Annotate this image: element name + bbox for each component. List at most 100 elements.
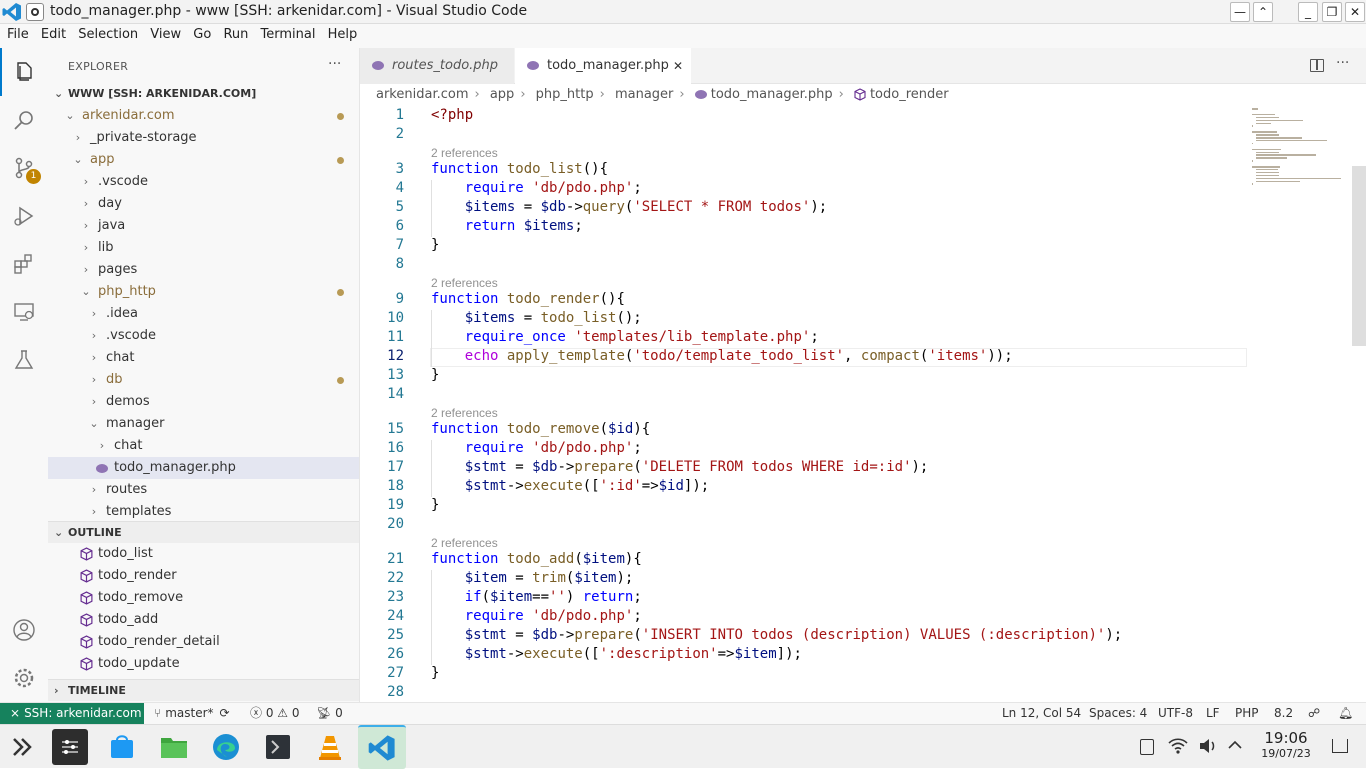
tree-item[interactable]: › .vscode [48, 171, 359, 193]
menu-edit[interactable]: Edit [37, 24, 70, 42]
chevron-down-icon[interactable]: ⌄ [64, 105, 76, 127]
settings-gear-icon[interactable] [8, 662, 40, 694]
breadcrumb-item[interactable]: php_http [536, 87, 594, 102]
code-line[interactable]: $stmt = $db->prepare('DELETE FROM todos … [431, 459, 929, 475]
discover-store-icon[interactable] [104, 729, 140, 765]
app-menu-icon[interactable] [26, 3, 44, 21]
code-line[interactable]: } [431, 367, 439, 383]
chevron-down-icon[interactable]: ⌄ [80, 281, 92, 303]
remote-indicator[interactable]: ⨯ SSH: arkenidar.com [0, 703, 144, 725]
code-line[interactable]: } [431, 497, 439, 513]
explorer-icon[interactable] [8, 56, 40, 88]
minimap[interactable] [1250, 106, 1350, 206]
ports-indicator[interactable]: 📡︎ 0 [316, 703, 343, 724]
chevron-right-icon[interactable]: › [88, 325, 100, 347]
wifi-icon[interactable] [1168, 737, 1188, 755]
code-line[interactable]: $stmt->execute([':id'=>$id]); [431, 478, 710, 494]
tree-item[interactable]: › routes [48, 479, 359, 501]
chevron-right-icon[interactable]: › [88, 303, 100, 325]
chevron-right-icon[interactable]: › [80, 215, 92, 237]
code-line[interactable]: function todo_remove($id){ [431, 421, 650, 437]
chevron-right-icon[interactable]: › [88, 501, 100, 523]
code-lens-references[interactable]: 2 references [431, 146, 498, 160]
edge-browser-icon[interactable] [208, 729, 244, 765]
chevron-right-icon[interactable]: › [72, 127, 84, 149]
system-settings-icon[interactable] [52, 729, 88, 765]
timeline-header[interactable]: › TIMELINE [48, 679, 359, 701]
file-manager-icon[interactable] [156, 729, 192, 765]
code-line[interactable]: require 'db/pdo.php'; [431, 180, 642, 196]
testing-icon[interactable] [8, 344, 40, 376]
source-control-icon[interactable]: 1 [8, 152, 41, 184]
code-line[interactable]: } [431, 665, 439, 681]
chevron-right-icon[interactable]: › [80, 193, 92, 215]
chevron-right-icon[interactable]: › [88, 347, 100, 369]
minimize-button[interactable]: _ [1298, 2, 1318, 22]
breadcrumb-item[interactable]: manager [615, 87, 673, 102]
code-line[interactable]: echo apply_template('todo/template_todo_… [431, 348, 1013, 364]
code-line[interactable]: $stmt->execute([':description'=>$item]); [431, 646, 802, 662]
tree-item[interactable]: › chat [48, 435, 359, 457]
menu-go[interactable]: Go [189, 24, 215, 42]
tray-expand-icon[interactable] [1228, 740, 1242, 750]
tree-item[interactable]: › _private-storage [48, 127, 359, 149]
cursor-position[interactable]: Ln 12, Col 54 [1002, 703, 1081, 724]
tree-item[interactable]: › pages [48, 259, 359, 281]
code-line[interactable]: $items = $db->query('SELECT * FROM todos… [431, 199, 828, 215]
menu-selection[interactable]: Selection [74, 24, 142, 42]
split-editor-icon[interactable] [1310, 59, 1324, 72]
code-line[interactable]: if($item=='') return; [431, 589, 642, 605]
chevron-right-icon[interactable]: › [80, 259, 92, 281]
problems-indicator[interactable]: ⓧ 0 ⚠ 0 [250, 703, 300, 724]
outline-item[interactable]: todo_remove [48, 587, 359, 609]
clock[interactable]: 19:06 19/07/23 [1254, 729, 1318, 761]
outline-item[interactable]: todo_update [48, 653, 359, 675]
menu-terminal[interactable]: Terminal [257, 24, 320, 42]
code-line[interactable]: function todo_add($item){ [431, 551, 642, 567]
outline-item[interactable]: todo_list [48, 543, 359, 565]
restore-button[interactable]: ❐ [1322, 2, 1342, 22]
chevron-right-icon[interactable]: › [88, 479, 100, 501]
tree-item[interactable]: todo_manager.php [48, 457, 359, 479]
notifications-bell-icon[interactable]: 🔔︎ [1338, 703, 1353, 724]
explorer-more-button[interactable]: ··· [328, 56, 341, 72]
tree-item[interactable]: › java [48, 215, 359, 237]
code-line[interactable]: $stmt = $db->prepare('INSERT INTO todos … [431, 627, 1123, 643]
tree-item[interactable]: › day [48, 193, 359, 215]
tree-item[interactable]: › lib [48, 237, 359, 259]
chevron-right-icon[interactable]: › [96, 435, 108, 457]
tree-item[interactable]: ⌄ app [48, 149, 359, 171]
tab-routes-todo[interactable]: routes_todo.php [360, 48, 514, 84]
breadcrumb-item[interactable]: todo_manager.php [711, 87, 833, 102]
encoding[interactable]: UTF-8 [1158, 703, 1193, 724]
outline-item[interactable]: todo_render_detail [48, 631, 359, 653]
breadcrumb-item[interactable]: app [490, 87, 514, 102]
code-line[interactable]: } [431, 237, 439, 253]
breadcrumb-item[interactable]: arkenidar.com [376, 87, 469, 102]
tree-item[interactable]: › chat [48, 347, 359, 369]
menu-run[interactable]: Run [219, 24, 252, 42]
code-line[interactable]: $item = trim($item); [431, 570, 634, 586]
code-lens-references[interactable]: 2 references [431, 536, 498, 550]
run-debug-icon[interactable] [8, 200, 40, 232]
tree-item[interactable]: ⌄ php_http [48, 281, 359, 303]
end-of-line[interactable]: LF [1206, 703, 1220, 724]
close-tab-icon[interactable]: ✕ [673, 48, 683, 84]
code-line[interactable]: require_once 'templates/lib_template.php… [431, 329, 819, 345]
menu-file[interactable]: File [3, 24, 33, 42]
code-editor[interactable]: 1 <?php 2 2 references 3 function todo_list()… [360, 106, 1366, 702]
code-lens-references[interactable]: 2 references [431, 276, 498, 290]
close-window-button[interactable]: ✕ [1345, 2, 1365, 22]
extensions-icon[interactable] [8, 248, 40, 280]
tab-todo-manager[interactable]: todo_manager.php ✕ [515, 48, 691, 84]
tree-item[interactable]: › .vscode [48, 325, 359, 347]
php-version[interactable]: 8.2 [1274, 703, 1293, 724]
outline-item[interactable]: todo_add [48, 609, 359, 631]
tree-item[interactable]: › templates [48, 501, 359, 523]
language-mode[interactable]: PHP [1235, 703, 1259, 724]
maximize-other-button[interactable]: ⌃ [1253, 2, 1273, 22]
feedback-icon[interactable]: ☍ [1308, 703, 1320, 724]
code-line[interactable]: $items = todo_list(); [431, 310, 642, 326]
indentation[interactable]: Spaces: 4 [1089, 703, 1147, 724]
tree-item[interactable]: ⌄ arkenidar.com [48, 105, 359, 127]
